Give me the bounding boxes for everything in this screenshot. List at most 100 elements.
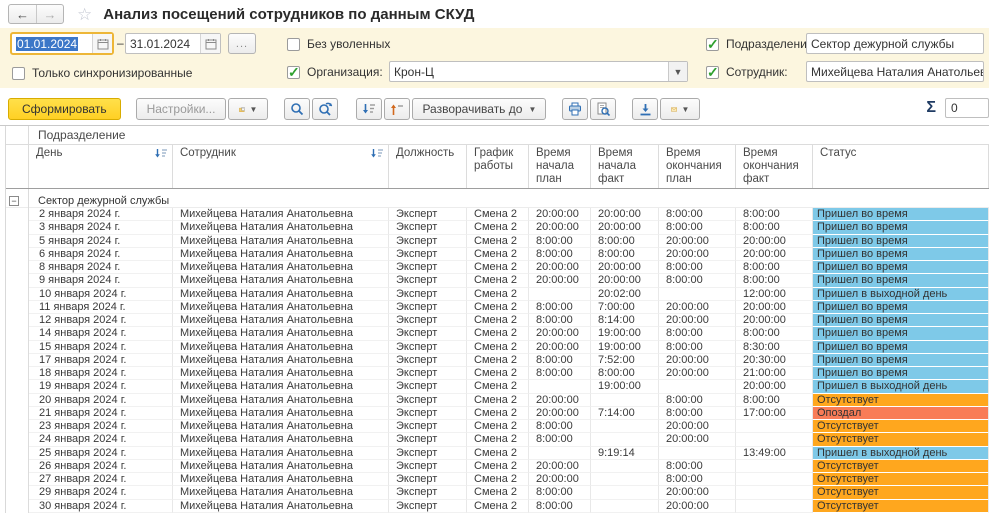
cell-fact-end[interactable]: 20:00:00 [736,380,813,393]
cell-employee[interactable]: Михейцева Наталия Анатольевна [173,473,389,486]
cell-status[interactable]: Пришел во время [813,274,989,287]
cell-fact-end[interactable]: 8:00:00 [736,208,813,221]
column-header-day[interactable]: День [29,145,173,188]
cell-status[interactable]: Пришел во время [813,327,989,340]
cell-fact-end[interactable]: 17:00:00 [736,407,813,420]
cell-plan-start[interactable]: 20:00:00 [529,394,591,407]
cell-schedule[interactable]: Смена 2 [467,394,529,407]
cell-plan-start[interactable] [529,447,591,460]
cell-employee[interactable]: Михейцева Наталия Анатольевна [173,274,389,287]
cell-day[interactable]: 25 января 2024 г. [29,447,173,460]
cell-employee[interactable]: Михейцева Наталия Анатольевна [173,314,389,327]
table-row[interactable]: 27 января 2024 г.Михейцева Наталия Анато… [6,473,989,486]
cell-day[interactable]: 2 января 2024 г. [29,208,173,221]
cell-fact-start[interactable]: 20:02:00 [591,288,659,301]
cell-status[interactable]: Пришел во время [813,235,989,248]
cell-plan-start[interactable]: 8:00:00 [529,235,591,248]
cell-fact-start[interactable]: 7:52:00 [591,354,659,367]
cell-day[interactable]: 24 января 2024 г. [29,433,173,446]
cell-day[interactable]: 8 января 2024 г. [29,261,173,274]
cell-fact-end[interactable]: 8:00:00 [736,327,813,340]
cell-employee[interactable]: Михейцева Наталия Анатольевна [173,208,389,221]
cell-schedule[interactable]: Смена 2 [467,288,529,301]
cell-status[interactable]: Отсутствует [813,500,989,513]
cell-plan-end[interactable]: 8:00:00 [659,473,736,486]
cell-schedule[interactable]: Смена 2 [467,367,529,380]
cell-position[interactable]: Эксперт [389,341,467,354]
cell-plan-end[interactable]: 20:00:00 [659,314,736,327]
employee-checkbox-row[interactable]: Сотрудник: [706,65,788,79]
cell-schedule[interactable]: Смена 2 [467,354,529,367]
table-row[interactable]: 11 января 2024 г.Михейцева Наталия Анато… [6,301,989,314]
cell-status[interactable]: Пришел во время [813,367,989,380]
cell-plan-end[interactable] [659,288,736,301]
cell-plan-start[interactable]: 8:00:00 [529,354,591,367]
cell-fact-start[interactable]: 7:14:00 [591,407,659,420]
cell-schedule[interactable]: Смена 2 [467,486,529,499]
column-header-status[interactable]: Статус [813,145,989,188]
cell-plan-end[interactable]: 8:00:00 [659,208,736,221]
cell-position[interactable]: Эксперт [389,261,467,274]
table-row[interactable]: 24 января 2024 г.Михейцева Наталия Анато… [6,433,989,446]
cell-position[interactable]: Эксперт [389,394,467,407]
cell-fact-end[interactable]: 20:00:00 [736,314,813,327]
column-header-fact-end[interactable]: Время окончания факт [736,145,813,188]
expand-to-button[interactable]: Разворачивать до ▼ [412,98,546,120]
cell-status[interactable]: Отсутствует [813,460,989,473]
cell-fact-end[interactable]: 12:00:00 [736,288,813,301]
table-row[interactable]: 10 января 2024 г.Михейцева Наталия Анато… [6,288,989,301]
table-row[interactable]: 2 января 2024 г.Михейцева Наталия Анатол… [6,208,989,221]
cell-status[interactable]: Отсутствует [813,473,989,486]
cell-employee[interactable]: Михейцева Наталия Анатольевна [173,380,389,393]
cell-plan-end[interactable]: 8:00:00 [659,221,736,234]
cell-fact-start[interactable] [591,486,659,499]
cell-position[interactable]: Эксперт [389,380,467,393]
group-row-label[interactable]: Сектор дежурной службы [29,195,989,208]
cell-position[interactable]: Эксперт [389,433,467,446]
without-dismissed-checkbox-row[interactable]: Без уволенных [287,37,390,51]
cell-fact-end[interactable] [736,473,813,486]
cell-schedule[interactable]: Смена 2 [467,500,529,513]
cell-fact-end[interactable] [736,420,813,433]
cell-employee[interactable]: Михейцева Наталия Анатольевна [173,354,389,367]
cell-status[interactable]: Пришел в выходной день [813,447,989,460]
chevron-down-icon[interactable]: ▼ [668,62,687,81]
table-row[interactable]: 17 января 2024 г.Михейцева Наталия Анато… [6,354,989,367]
cell-fact-start[interactable]: 20:00:00 [591,261,659,274]
cell-schedule[interactable]: Смена 2 [467,341,529,354]
print-button[interactable] [562,98,588,120]
generate-button[interactable]: Сформировать [8,98,121,120]
cell-fact-end[interactable]: 20:00:00 [736,235,813,248]
expand-groups-button[interactable] [384,98,410,120]
cell-fact-start[interactable] [591,433,659,446]
cell-plan-start[interactable]: 8:00:00 [529,367,591,380]
table-row[interactable]: 18 января 2024 г.Михейцева Наталия Анато… [6,367,989,380]
cell-schedule[interactable]: Смена 2 [467,327,529,340]
cell-status[interactable]: Пришел в выходной день [813,380,989,393]
column-header-plan-end[interactable]: Время окончания план [659,145,736,188]
cell-position[interactable]: Эксперт [389,235,467,248]
autosum-field[interactable]: 0 [945,98,989,118]
save-button[interactable] [632,98,658,120]
search-next-button[interactable] [312,98,338,120]
cell-plan-start[interactable]: 8:00:00 [529,486,591,499]
cell-fact-start[interactable] [591,473,659,486]
cell-schedule[interactable]: Смена 2 [467,460,529,473]
calendar-icon[interactable] [92,34,112,53]
cell-fact-start[interactable] [591,500,659,513]
cell-fact-start[interactable] [591,420,659,433]
cell-plan-start[interactable] [529,288,591,301]
cell-fact-end[interactable]: 20:30:00 [736,354,813,367]
cell-plan-end[interactable]: 20:00:00 [659,433,736,446]
forward-button[interactable]: → [36,5,63,23]
cell-status[interactable]: Пришел во время [813,354,989,367]
cell-employee[interactable]: Михейцева Наталия Анатольевна [173,301,389,314]
cell-schedule[interactable]: Смена 2 [467,407,529,420]
cell-day[interactable]: 17 января 2024 г. [29,354,173,367]
cell-status[interactable]: Отсутствует [813,433,989,446]
cell-plan-end[interactable] [659,447,736,460]
table-row[interactable]: 29 января 2024 г.Михейцева Наталия Анато… [6,486,989,499]
department-checkbox-row[interactable]: Подразделение: [706,37,817,51]
column-header-plan-start[interactable]: Время начала план [529,145,591,188]
table-row[interactable]: 14 января 2024 г.Михейцева Наталия Анато… [6,327,989,340]
